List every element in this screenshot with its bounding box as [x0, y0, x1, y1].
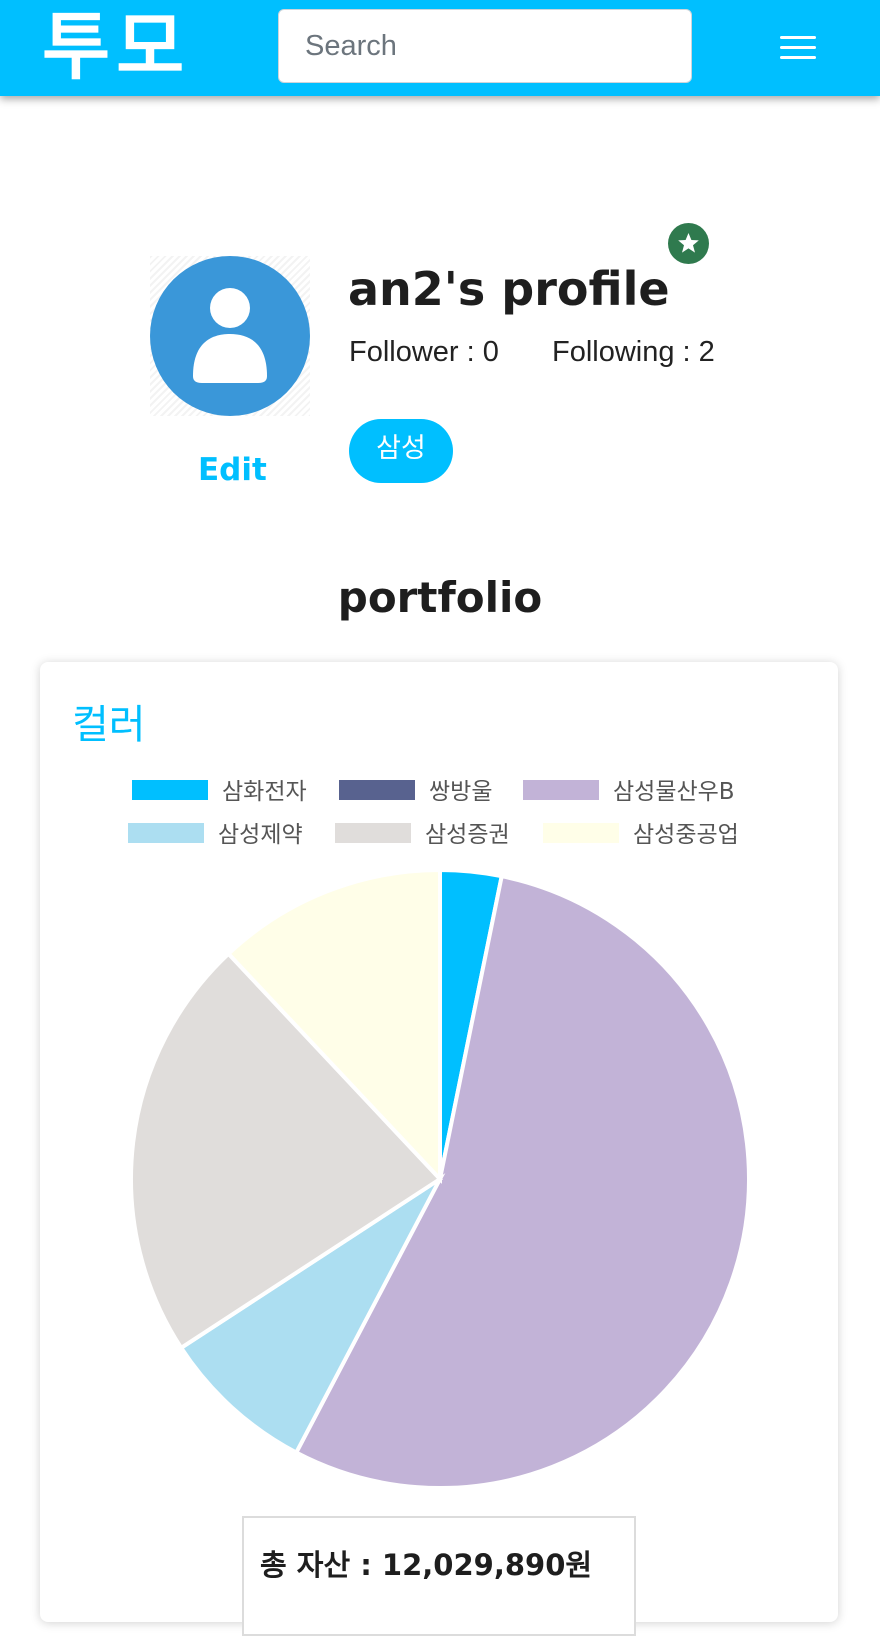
legend-label: 삼성물산우B: [613, 779, 735, 805]
total-assets-text: 총 자산 : 12,029,890원: [260, 1548, 593, 1582]
avatar-frame: [150, 256, 310, 416]
edit-profile-link[interactable]: Edit: [198, 452, 267, 488]
legend-swatch: [339, 780, 415, 800]
legend-swatch: [132, 780, 208, 800]
portfolio-pie-chart[interactable]: [128, 867, 752, 1491]
total-assets-box: 총 자산 : 12,029,890원: [242, 1516, 636, 1636]
legend-label: 삼성중공업: [633, 822, 739, 848]
portfolio-card: 컬러 삼화전자 쌍방울 삼성물산우B 삼성제약 삼성증권 삼성중공업 총 자산 …: [40, 662, 838, 1636]
legend-label: 삼화전자: [222, 779, 307, 805]
following-count[interactable]: Following : 2: [552, 336, 715, 369]
hamburger-menu-icon[interactable]: [770, 26, 826, 70]
top-navbar: 투모: [0, 0, 880, 96]
legend-label: 쌍방울: [429, 779, 493, 805]
legend-swatch: [523, 780, 599, 800]
user-avatar-icon: [150, 256, 310, 416]
star-icon[interactable]: [668, 223, 709, 264]
legend-label: 삼성증권: [425, 822, 510, 848]
section-title: portfolio: [337, 573, 543, 622]
interest-tag[interactable]: 삼성: [349, 419, 453, 483]
legend-swatch: [128, 823, 204, 843]
card-title: 컬러: [72, 702, 146, 748]
site-logo[interactable]: 투모: [42, 4, 190, 90]
follower-count[interactable]: Follower : 0: [349, 336, 499, 369]
profile-title: an2's profile: [348, 262, 670, 316]
search-input[interactable]: [278, 9, 692, 83]
legend-swatch: [335, 823, 411, 843]
legend-label: 삼성제약: [218, 822, 303, 848]
legend-swatch: [543, 823, 619, 843]
